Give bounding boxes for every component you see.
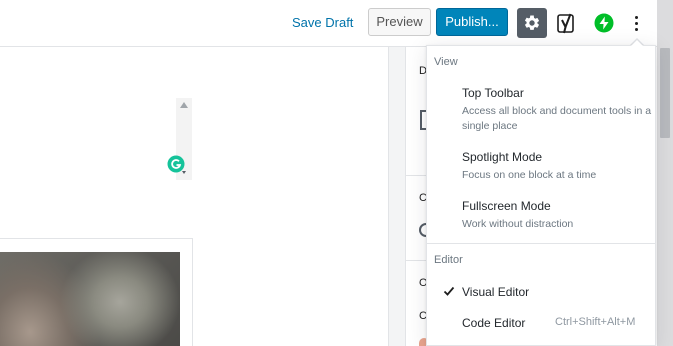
settings-button[interactable] [517,8,547,38]
image-photo[interactable] [0,252,180,346]
visual-editor-label: Visual Editor [462,285,530,299]
top-toolbar-description: Access all block and document tools in a… [462,105,652,132]
gear-icon [524,15,540,30]
checkmark-icon [443,286,455,296]
more-vertical-icon [634,15,638,19]
spotlight-mode-description: Focus on one block at a time [462,169,597,181]
jetpack-bolt-icon [594,13,614,33]
code-editor-shortcut: Ctrl+Shift+Alt+M [555,316,636,328]
menu-divider [427,243,655,244]
yoast-icon [557,13,574,34]
menu-pointer-inner [631,40,643,46]
scroll-up-arrow-icon[interactable] [180,102,188,108]
fullscreen-mode-description: Work without distraction [462,218,574,230]
save-draft-button[interactable]: Save Draft [292,15,353,30]
yoast-seo-button[interactable] [555,10,579,36]
editor-group-label: Editor [434,254,463,266]
fullscreen-mode-title: Fullscreen Mode [462,199,551,213]
sidebar-scrollbar[interactable] [388,47,405,346]
editor-header: Save Draft Preview Publish... [0,0,673,47]
preview-button[interactable]: Preview [368,8,431,36]
top-toolbar-title: Top Toolbar [462,86,524,100]
jetpack-button[interactable] [594,13,614,33]
page-scrollbar-thumb[interactable] [660,48,670,138]
view-group-label: View [434,56,458,68]
spotlight-mode-title: Spotlight Mode [462,150,543,164]
grammarly-icon[interactable] [167,155,187,175]
code-editor-label: Code Editor [462,316,526,330]
more-menu-button[interactable] [628,8,644,38]
publish-button[interactable]: Publish... [436,8,508,36]
